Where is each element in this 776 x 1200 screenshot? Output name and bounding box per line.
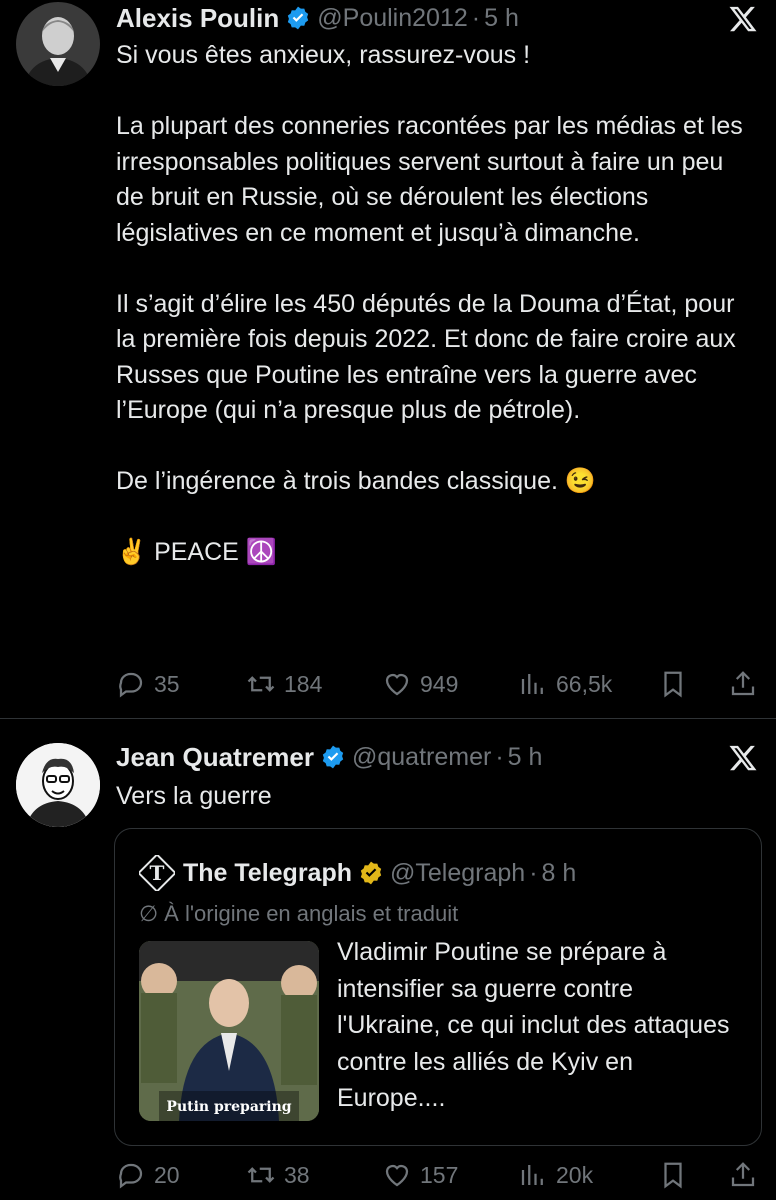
heart-icon: [385, 673, 409, 696]
timestamp[interactable]: 5 h: [484, 4, 519, 33]
share-icon: [731, 1162, 755, 1187]
tweet-actions: 20 38 157 20k: [116, 1158, 766, 1192]
bookmark-button[interactable]: [658, 1158, 696, 1192]
quoted-tweet[interactable]: T The Telegraph @Telegraph · 8 h ∅ À l'o…: [114, 828, 762, 1146]
quote-author-name[interactable]: The Telegraph: [183, 859, 352, 888]
verified-badge-icon: [288, 6, 309, 30]
paragraph-5: ✌️ PEACE ☮️: [116, 538, 277, 566]
repost-button[interactable]: 38: [246, 1158, 310, 1192]
reply-icon: [119, 1163, 143, 1189]
tweet-text: Vers la guerre: [116, 779, 756, 815]
author-name[interactable]: Jean Quatremer: [116, 742, 314, 773]
verified-badge-icon: [322, 745, 344, 769]
separator-dot: ·: [471, 3, 481, 32]
tweet-header: Alexis Poulin @Poulin2012 · 5 h: [116, 0, 519, 36]
bookmark-icon: [664, 1162, 682, 1189]
author-handle[interactable]: @quatremer: [352, 743, 491, 772]
bookmark-button[interactable]: [658, 667, 696, 701]
author-handle[interactable]: @Poulin2012: [317, 4, 468, 33]
verified-gold-badge-icon: [360, 861, 382, 885]
view-count: 20k: [556, 1161, 594, 1188]
tweet-text: Si vous êtes anxieux, rassurez-vous ! La…: [116, 38, 756, 571]
views-button[interactable]: 20k: [518, 1158, 593, 1192]
tweet-header: Jean Quatremer @quatremer · 5 h: [116, 739, 542, 775]
repost-icon: [247, 1167, 275, 1183]
quote-text: Vladimir Poutine se prépare à intensifie…: [337, 938, 730, 1112]
paragraph-2: La plupart des conneries racontées par l…: [116, 112, 743, 247]
view-count: 66,5k: [556, 670, 613, 697]
translate-icon: ∅: [139, 901, 159, 926]
separator-dot: ·: [495, 742, 504, 771]
share-icon: [731, 671, 755, 696]
quote-timestamp[interactable]: 8 h: [542, 859, 577, 888]
image-caption: Putin preparing: [166, 1099, 291, 1115]
paragraph-3: Il s’agit d’élire les 450 députés de la …: [116, 289, 736, 425]
views-icon: [521, 674, 543, 694]
tweet-body: Vers la guerre: [116, 782, 272, 810]
translation-label: À l'origine en anglais et traduit: [164, 901, 459, 926]
quote-header: T The Telegraph @Telegraph · 8 h: [139, 855, 576, 891]
reply-count: 20: [154, 1161, 180, 1188]
views-icon: [521, 1165, 543, 1185]
heart-icon: [385, 1164, 409, 1187]
repost-count: 38: [284, 1161, 310, 1188]
tweet-actions: 35 184 949 66,5k: [116, 667, 766, 701]
tweet-alexis-poulin[interactable]: Alexis Poulin @Poulin2012 · 5 h Si vous …: [0, 0, 776, 718]
translation-notice[interactable]: ∅ À l'origine en anglais et traduit: [139, 901, 458, 927]
quote-image[interactable]: Putin preparing: [139, 941, 319, 1121]
repost-icon: [247, 676, 275, 692]
repost-count: 184: [284, 670, 323, 697]
share-button[interactable]: [728, 667, 766, 701]
views-button[interactable]: 66,5k: [518, 667, 612, 701]
reply-icon: [119, 672, 143, 698]
x-logo-icon[interactable]: [728, 743, 758, 773]
telegraph-logo-icon[interactable]: T: [139, 855, 175, 891]
separator-dot: ·: [529, 858, 538, 887]
repost-button[interactable]: 184: [246, 667, 322, 701]
like-count: 949: [420, 670, 459, 697]
avatar-alexis-poulin[interactable]: [16, 2, 100, 86]
bookmark-icon: [664, 671, 682, 698]
like-button[interactable]: 949: [382, 667, 458, 701]
paragraph-4: De l’ingérence à trois bandes classique.…: [116, 467, 596, 495]
x-logo-icon[interactable]: [728, 4, 758, 34]
svg-text:T: T: [150, 861, 165, 885]
share-button[interactable]: [728, 1158, 766, 1192]
author-name[interactable]: Alexis Poulin: [116, 3, 279, 34]
avatar-jean-quatremer[interactable]: [16, 743, 100, 827]
timestamp[interactable]: 5 h: [508, 743, 543, 772]
like-count: 157: [420, 1161, 459, 1188]
like-button[interactable]: 157: [382, 1158, 458, 1192]
quote-author-handle[interactable]: @Telegraph: [390, 859, 525, 888]
reply-button[interactable]: 35: [116, 667, 180, 701]
reply-button[interactable]: 20: [116, 1158, 180, 1192]
paragraph-1: Si vous êtes anxieux, rassurez-vous !: [116, 41, 531, 69]
reply-count: 35: [154, 670, 180, 697]
